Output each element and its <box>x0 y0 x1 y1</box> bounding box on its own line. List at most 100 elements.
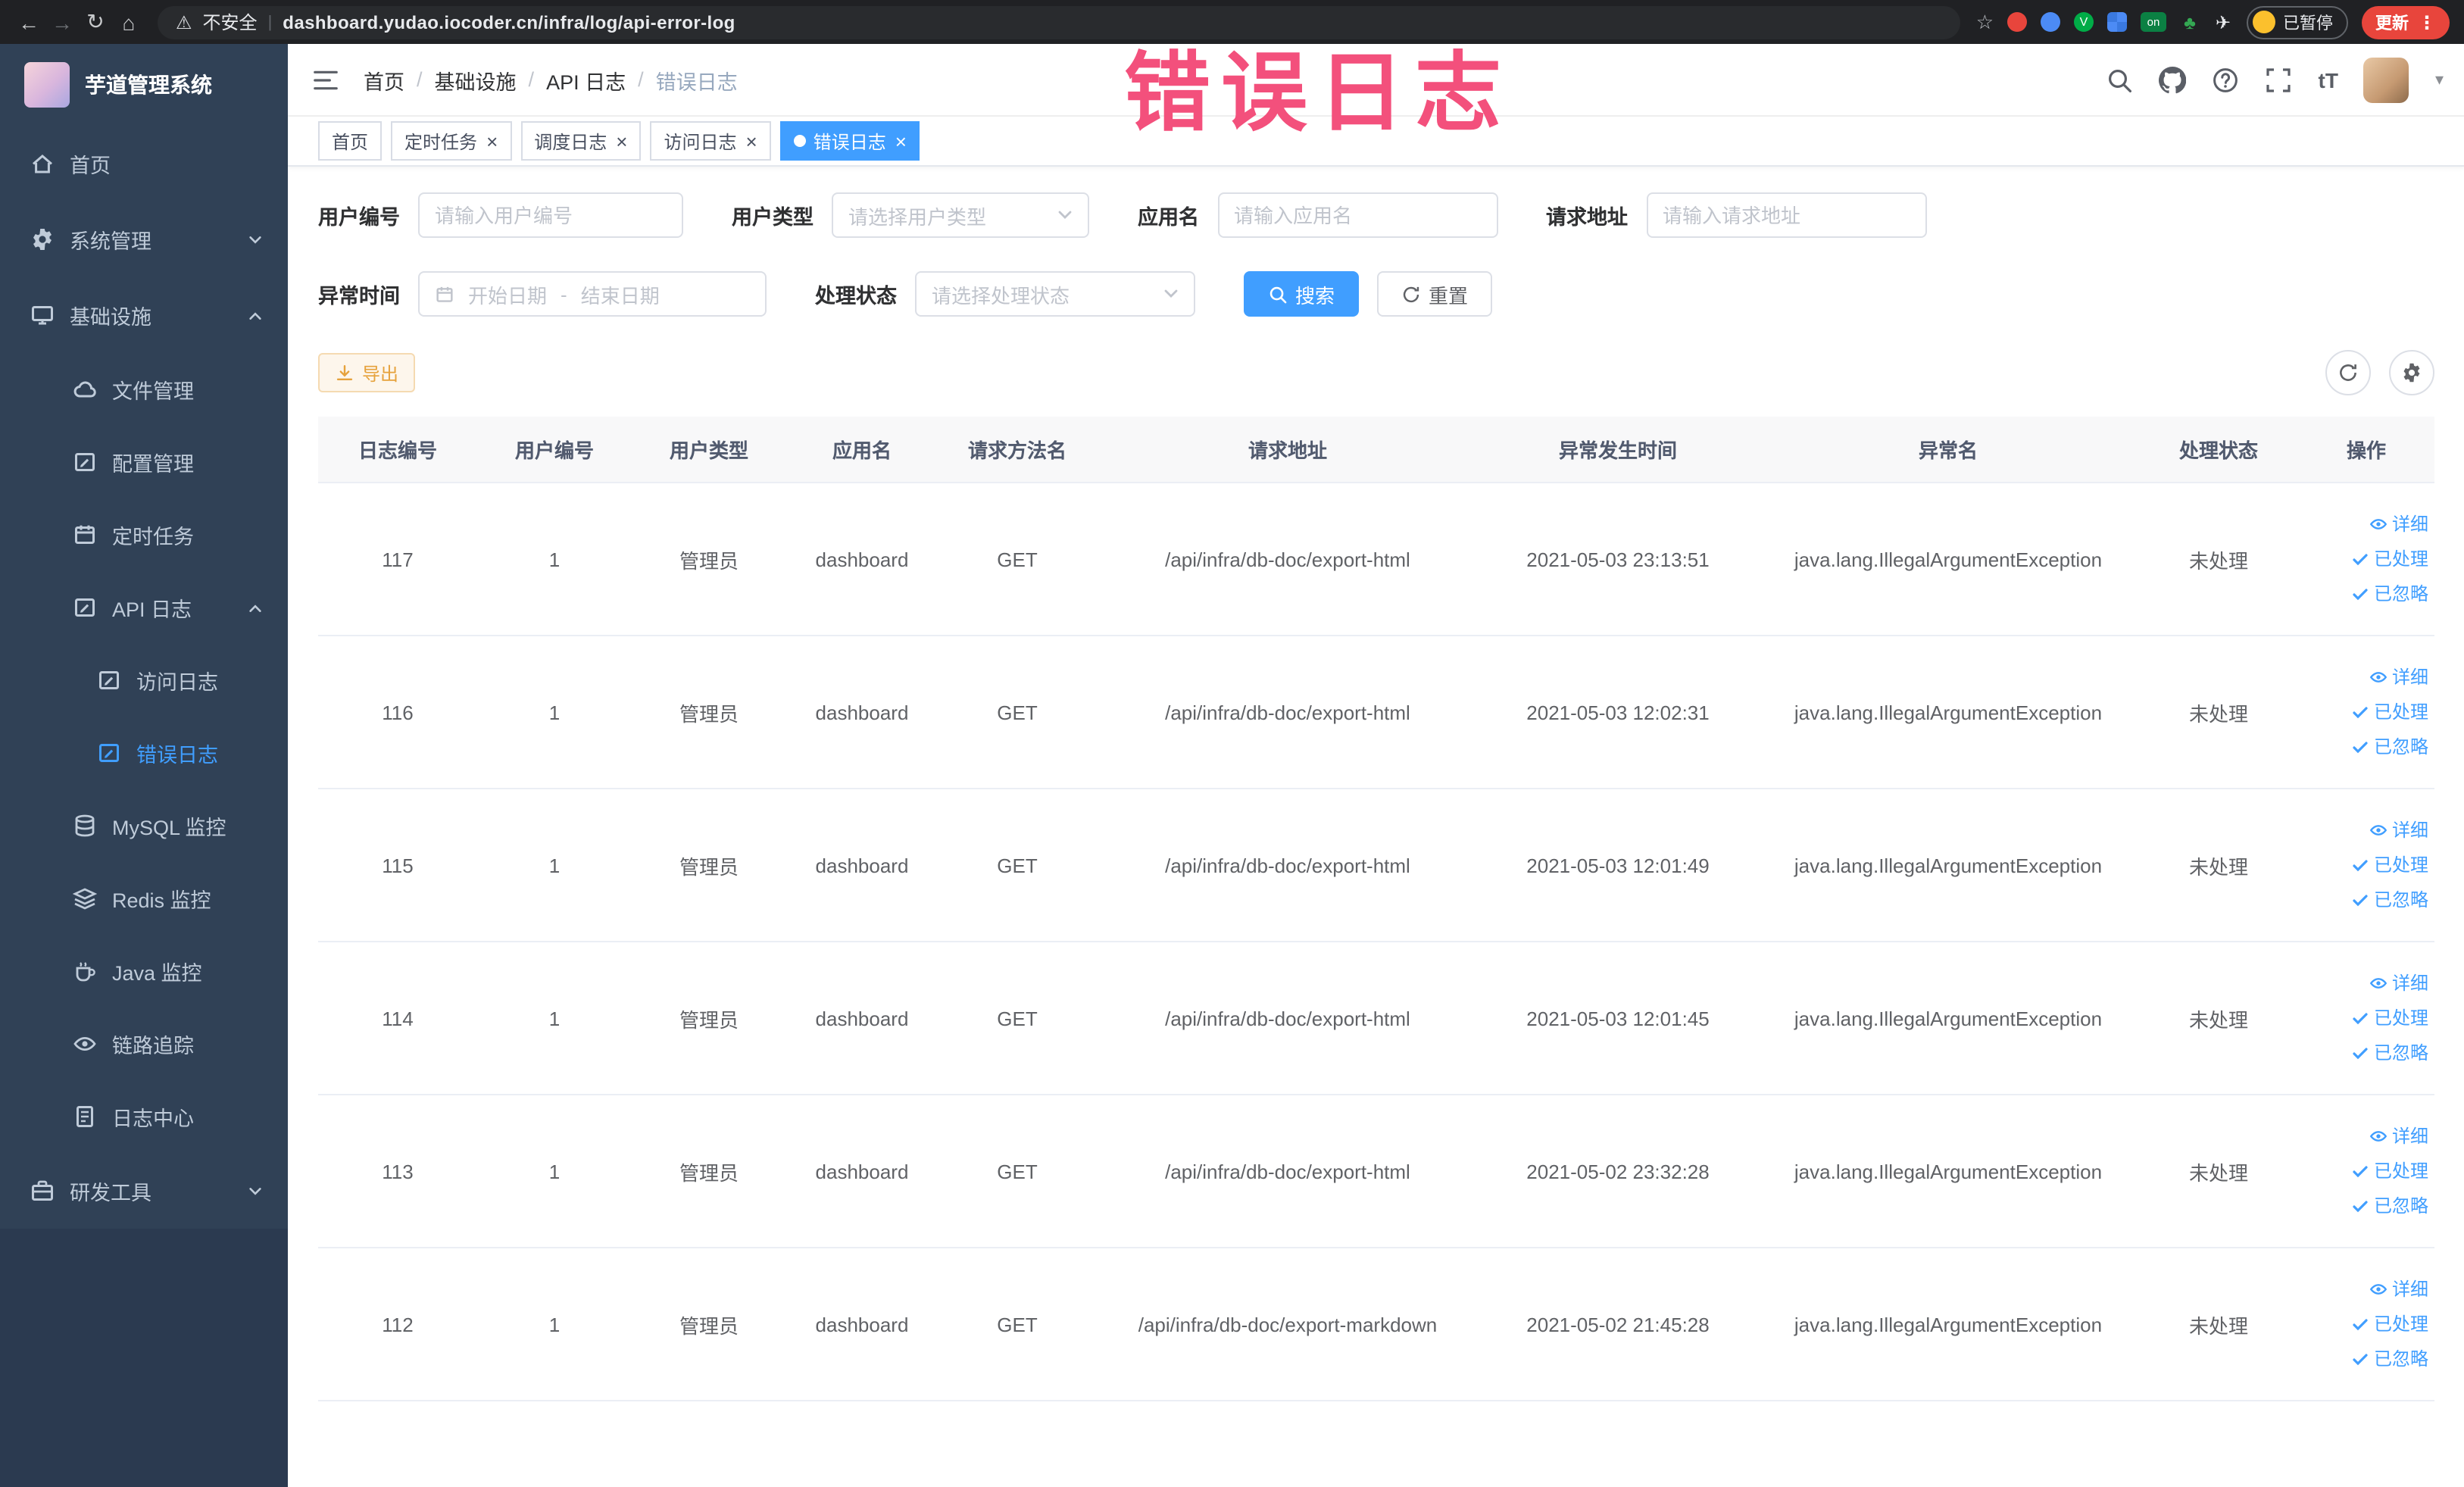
extension-icon-3[interactable]: V <box>2074 12 2094 32</box>
search-button[interactable]: 搜索 <box>1244 271 1360 317</box>
user-type-select[interactable]: 请选择用户类型 <box>832 192 1089 238</box>
sidebar-item-error-log[interactable]: 错误日志 <box>0 717 288 789</box>
row-action-ignored[interactable]: 已忽略 <box>2304 576 2428 611</box>
extension-icon-1[interactable] <box>2007 12 2027 32</box>
sidebar-item-tracer[interactable]: 链路追踪 <box>0 1007 288 1080</box>
forward-icon[interactable]: → <box>45 10 79 34</box>
column-header: 操作 <box>2298 417 2434 483</box>
start-date-placeholder: 开始日期 <box>468 284 548 307</box>
sidebar-item-system[interactable]: 系统管理 <box>0 201 288 277</box>
table-cell: 2021-05-03 12:02:31 <box>1479 636 1757 789</box>
eye-icon <box>2369 668 2387 686</box>
row-action-processed[interactable]: 已处理 <box>2304 1307 2428 1342</box>
row-action-ignored[interactable]: 已忽略 <box>2304 1036 2428 1070</box>
row-action-processed[interactable]: 已处理 <box>2304 542 2428 576</box>
extension-icon-6[interactable]: ♣ <box>2180 11 2200 33</box>
fullscreen-icon[interactable] <box>2266 66 2293 93</box>
row-action-ignored[interactable]: 已忽略 <box>2304 883 2428 917</box>
row-action-detail[interactable]: 详细 <box>2304 966 2428 1001</box>
app-name-input[interactable] <box>1217 192 1497 238</box>
user-id-input[interactable] <box>418 192 683 238</box>
tab-job-log[interactable]: 调度日志 × <box>520 121 642 161</box>
browser-update-button[interactable]: 更新 ⋮ <box>2362 5 2450 39</box>
tab-access-log[interactable]: 访问日志 × <box>650 121 771 161</box>
breadcrumb-infra[interactable]: 基础设施 <box>435 64 517 95</box>
help-icon[interactable] <box>2213 66 2240 93</box>
back-icon[interactable]: ← <box>12 10 45 34</box>
font-size-icon[interactable]: tT <box>2319 67 2338 92</box>
hamburger-icon[interactable] <box>288 67 364 92</box>
request-url-input[interactable] <box>1646 192 1926 238</box>
sidebar-item-job[interactable]: 定时任务 <box>0 498 288 571</box>
sidebar-item-mysql[interactable]: MySQL 监控 <box>0 789 288 862</box>
sidebar-item-dev-tools[interactable]: 研发工具 <box>0 1153 288 1229</box>
column-header: 异常发生时间 <box>1479 417 1757 483</box>
avatar-caret-icon[interactable]: ▾ <box>2435 70 2444 89</box>
active-tab-dot <box>793 135 806 147</box>
reset-button[interactable]: 重置 <box>1377 271 1493 317</box>
extension-icon-2[interactable] <box>2041 12 2060 32</box>
extension-icon-7[interactable]: ✈ <box>2213 11 2233 33</box>
gear-icon <box>30 227 55 251</box>
tab-label: 首页 <box>332 131 369 152</box>
tabs-bar: 首页 定时任务 × 调度日志 × 访问日志 × 错误日志 × <box>288 117 2464 167</box>
tab-close-icon[interactable]: × <box>746 131 757 151</box>
reload-icon[interactable]: ↻ <box>79 9 112 35</box>
refresh-icon <box>1401 284 1421 304</box>
sidebar-item-api-log[interactable]: API 日志 <box>0 571 288 644</box>
extension-icon-5[interactable]: on <box>2141 12 2166 32</box>
tab-home[interactable]: 首页 <box>318 121 383 161</box>
row-action-ignored[interactable]: 已忽略 <box>2304 1189 2428 1223</box>
row-action-detail[interactable]: 详细 <box>2304 660 2428 695</box>
sidebar-item-redis[interactable]: Redis 监控 <box>0 862 288 935</box>
row-action-ignored[interactable]: 已忽略 <box>2304 1342 2428 1376</box>
sidebar-item-label: 配置管理 <box>112 453 194 476</box>
sidebar-item-java[interactable]: Java 监控 <box>0 935 288 1007</box>
process-status-select[interactable]: 请选择处理状态 <box>915 271 1195 317</box>
extension-icon-4[interactable] <box>2107 12 2127 32</box>
row-action-processed[interactable]: 已处理 <box>2304 695 2428 729</box>
table-cell: 2021-05-02 23:32:28 <box>1479 1095 1757 1248</box>
sidebar-item-access-log[interactable]: 访问日志 <box>0 644 288 717</box>
sidebar-item-home[interactable]: 首页 <box>0 126 288 201</box>
exception-time-range-picker[interactable]: 开始日期 - 结束日期 <box>418 271 767 317</box>
column-setting-button[interactable] <box>2389 350 2434 395</box>
refresh-table-button[interactable] <box>2325 350 2371 395</box>
actions-cell: 详细 已处理 已忽略 <box>2298 1095 2434 1248</box>
table-cell: /api/infra/db-doc/export-html <box>1097 789 1479 942</box>
row-action-detail[interactable]: 详细 <box>2304 507 2428 542</box>
sidebar-item-config[interactable]: 配置管理 <box>0 426 288 498</box>
search-icon[interactable] <box>2106 66 2134 93</box>
eye-icon <box>2369 821 2387 839</box>
chevron-down-icon <box>247 1182 264 1199</box>
bookmark-star-icon[interactable]: ☆ <box>1976 10 1994 34</box>
tab-close-icon[interactable]: × <box>486 131 498 151</box>
tab-close-icon[interactable]: × <box>616 131 627 151</box>
tab-error-log[interactable]: 错误日志 × <box>779 121 920 161</box>
row-action-detail[interactable]: 详细 <box>2304 1272 2428 1307</box>
sidebar-item-infra[interactable]: 基础设施 <box>0 277 288 353</box>
table-row: 117 1 管理员 dashboard GET/api/infra/db-doc/exp… <box>318 483 2434 636</box>
page-content: 用户编号 用户类型 请选择用户类型 应用名 <box>288 167 2464 1487</box>
row-action-processed[interactable]: 已处理 <box>2304 848 2428 883</box>
tab-job[interactable]: 定时任务 × <box>391 121 512 161</box>
profile-paused-badge[interactable]: 已暂停 <box>2247 5 2348 39</box>
user-avatar[interactable] <box>2363 57 2409 102</box>
row-action-detail[interactable]: 详细 <box>2304 1119 2428 1154</box>
row-action-ignored[interactable]: 已忽略 <box>2304 729 2428 764</box>
address-bar[interactable]: ⚠ 不安全 | dashboard.yudao.iocoder.cn/infra… <box>158 5 1961 39</box>
sidebar-item-file[interactable]: 文件管理 <box>0 353 288 426</box>
row-action-processed[interactable]: 已处理 <box>2304 1154 2428 1189</box>
app-logo[interactable]: 芋道管理系统 <box>0 44 288 126</box>
export-button[interactable]: 导出 <box>318 353 416 392</box>
browser-home-icon[interactable]: ⌂ <box>112 10 145 34</box>
breadcrumb-home[interactable]: 首页 <box>364 64 404 95</box>
breadcrumb-api-log[interactable]: API 日志 <box>546 64 626 95</box>
github-icon[interactable] <box>2159 66 2187 93</box>
edit-icon <box>73 450 97 474</box>
actions-cell: 详细 已处理 已忽略 <box>2298 483 2434 636</box>
row-action-detail[interactable]: 详细 <box>2304 813 2428 848</box>
tab-close-icon[interactable]: × <box>895 131 907 151</box>
row-action-processed[interactable]: 已处理 <box>2304 1001 2428 1036</box>
sidebar-item-log-center[interactable]: 日志中心 <box>0 1080 288 1153</box>
